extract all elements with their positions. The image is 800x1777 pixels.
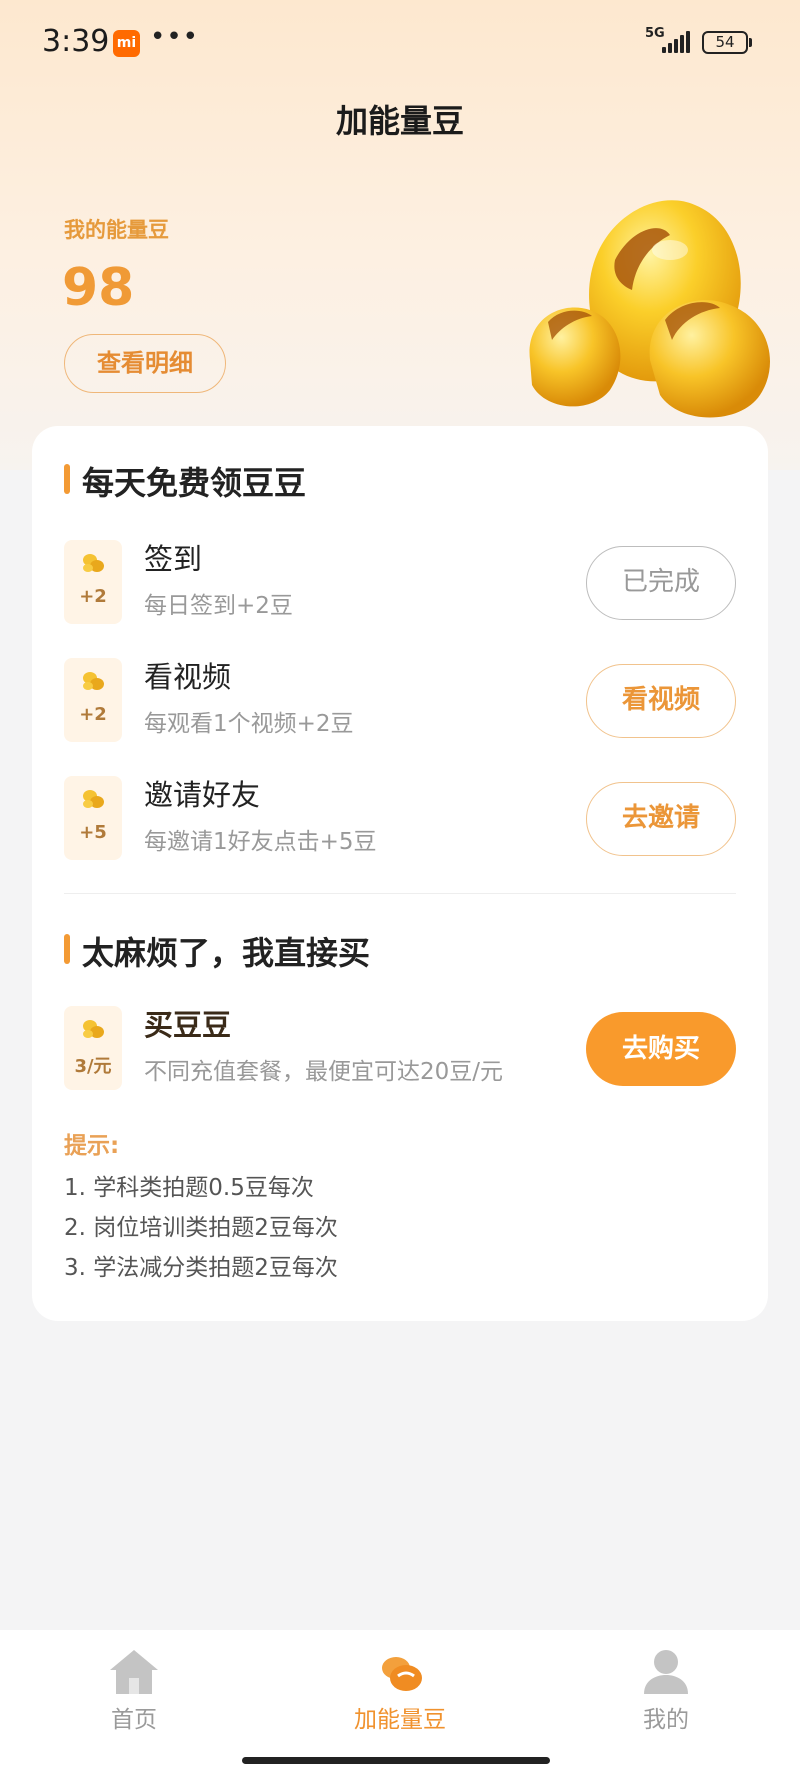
section-divider — [64, 893, 736, 894]
task-name: 签到 — [144, 542, 203, 576]
task-row-checkin: +2 签到 每日签到+2豆 已完成 — [64, 536, 736, 626]
tip-line: 2. 岗位培训类拍题2豆每次 — [64, 1215, 338, 1241]
balance-label: 我的能量豆 — [64, 218, 169, 242]
buy-section-title: 太麻烦了，我直接买 — [64, 928, 370, 974]
energy-beans-illustration — [529, 200, 770, 418]
task-row-buy-beans: 3/元 买豆豆 不同充值套餐，最便宜可达20豆/元 去购买 — [64, 1002, 736, 1092]
task-row-invite-friend: +5 邀请好友 每邀请1好友点击+5豆 去邀请 — [64, 772, 736, 862]
status-time: 3:39 — [42, 24, 110, 59]
reward-badge: +2 — [64, 658, 122, 742]
task-row-watch-video: +2 看视频 每观看1个视频+2豆 看视频 — [64, 654, 736, 744]
beans-icon — [83, 672, 104, 690]
beans-icon — [382, 1657, 422, 1691]
view-details-button[interactable]: 查看明细 — [64, 334, 226, 393]
home-indicator[interactable] — [242, 1757, 550, 1764]
reward-badge: +5 — [64, 776, 122, 860]
nav-item-home[interactable]: 首页 — [54, 1648, 214, 1734]
task-description: 每日签到+2豆 — [144, 593, 293, 619]
balance-value: 98 — [62, 258, 135, 318]
buy-item-name: 买豆豆 — [144, 1008, 232, 1042]
page-title: 加能量豆 — [335, 102, 464, 140]
beans-icon — [83, 790, 104, 808]
task-name: 邀请好友 — [144, 778, 261, 812]
nav-item-add-beans[interactable]: 加能量豆 — [320, 1648, 480, 1734]
more-notifications-icon: ••• — [150, 22, 200, 52]
reward-amount: +2 — [79, 704, 107, 725]
nav-label: 首页 — [111, 1707, 157, 1733]
battery-indicator: 54 — [702, 31, 748, 54]
reward-amount: +2 — [79, 586, 107, 607]
home-icon — [110, 1650, 158, 1694]
nav-label: 我的 — [643, 1707, 689, 1733]
reward-amount: +5 — [79, 822, 107, 843]
signal-icon — [662, 29, 692, 53]
tip-line: 1. 学科类拍题0.5豆每次 — [64, 1175, 314, 1201]
watch-video-button[interactable]: 看视频 — [586, 664, 736, 738]
task-description: 每邀请1好友点击+5豆 — [144, 829, 377, 855]
checkin-completed-button[interactable]: 已完成 — [586, 546, 736, 620]
reward-badge: +2 — [64, 540, 122, 624]
battery-tip-icon — [749, 38, 752, 47]
mi-notification-icon: mi — [113, 30, 140, 57]
beans-icon — [83, 1020, 104, 1038]
beans-card: 每天免费领豆豆 +2 签到 每日签到+2豆 已完成 +2 看视频 每观看1个视频… — [32, 426, 768, 1321]
nav-label: 加能量豆 — [354, 1707, 446, 1733]
status-bar: 3:39 mi ••• 5G 54 — [0, 0, 800, 86]
tips-title: 提示: — [64, 1133, 120, 1159]
bottom-nav: 首页 加能量豆 我的 — [0, 1630, 800, 1777]
invite-friend-button[interactable]: 去邀请 — [586, 782, 736, 856]
price-amount: 3/元 — [74, 1056, 112, 1077]
user-icon — [644, 1650, 688, 1694]
price-badge: 3/元 — [64, 1006, 122, 1090]
task-name: 看视频 — [144, 660, 232, 694]
free-section-title: 每天免费领豆豆 — [64, 458, 306, 504]
tip-line: 3. 学法减分类拍题2豆每次 — [64, 1255, 338, 1281]
buy-item-description: 不同充值套餐，最便宜可达20豆/元 — [144, 1059, 504, 1085]
buy-now-button[interactable]: 去购买 — [586, 1012, 736, 1086]
beans-icon — [83, 554, 104, 572]
task-description: 每观看1个视频+2豆 — [144, 711, 354, 737]
nav-item-profile[interactable]: 我的 — [586, 1648, 746, 1734]
